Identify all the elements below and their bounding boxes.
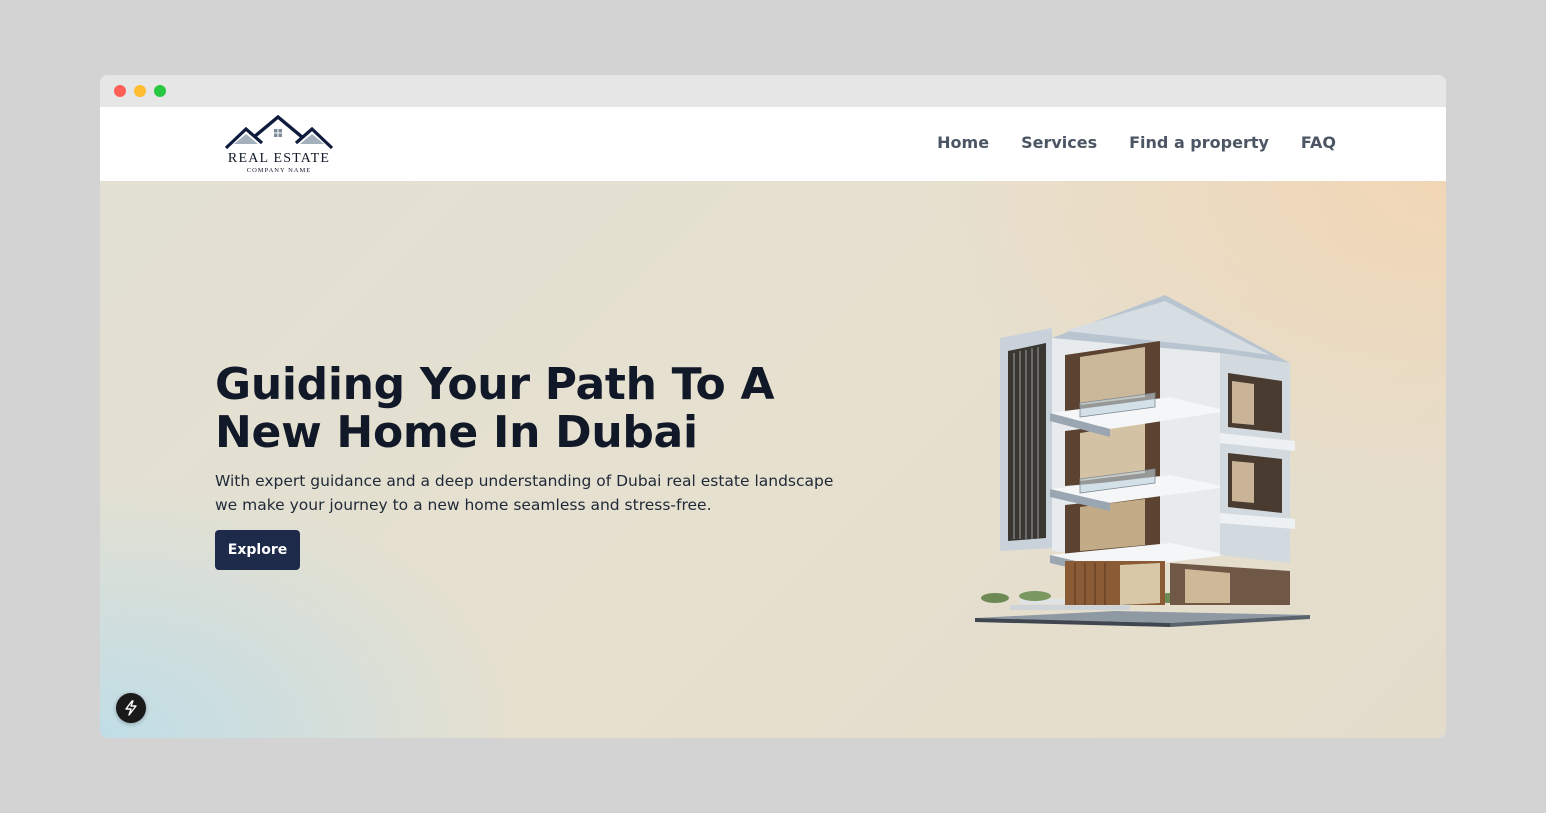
logo-title: REAL ESTATE [227, 151, 331, 166]
hero-description-line-1: With expert guidance and a deep understa… [215, 472, 834, 490]
hero-heading-line-1: Guiding Your Path To A [215, 359, 775, 410]
main-nav: Home Services Find a property FAQ [937, 133, 1336, 152]
hero-description-line-2: we make your journey to a new home seaml… [215, 496, 712, 514]
site-header: REAL ESTATE COMPANY NAME Home Services F… [100, 107, 1446, 181]
browser-window: REAL ESTATE COMPANY NAME Home Services F… [100, 75, 1446, 738]
hero-section: Guiding Your Path To A New Home In Dubai… [100, 181, 1446, 738]
explore-button[interactable]: Explore [215, 530, 300, 570]
hero-heading: Guiding Your Path To A New Home In Dubai [215, 361, 855, 457]
hero-description: With expert guidance and a deep understa… [215, 469, 875, 517]
maximize-window-button[interactable] [154, 85, 166, 97]
devtools-button[interactable] [116, 693, 146, 723]
close-window-button[interactable] [114, 85, 126, 97]
nav-faq-link[interactable]: FAQ [1301, 133, 1336, 152]
hero-heading-line-2: New Home In Dubai [215, 407, 698, 458]
nav-home-link[interactable]: Home [937, 133, 989, 152]
modern-apartment-building-image [975, 295, 1310, 627]
logo-subtitle: COMPANY NAME [246, 167, 312, 174]
nav-find-property-link[interactable]: Find a property [1129, 133, 1269, 152]
house-roofs-logo-icon [224, 115, 334, 150]
nav-services-link[interactable]: Services [1021, 133, 1097, 152]
minimize-window-button[interactable] [134, 85, 146, 97]
lightning-bolt-icon [125, 700, 137, 716]
browser-titlebar [100, 75, 1446, 107]
company-logo[interactable]: REAL ESTATE COMPANY NAME [220, 115, 338, 175]
